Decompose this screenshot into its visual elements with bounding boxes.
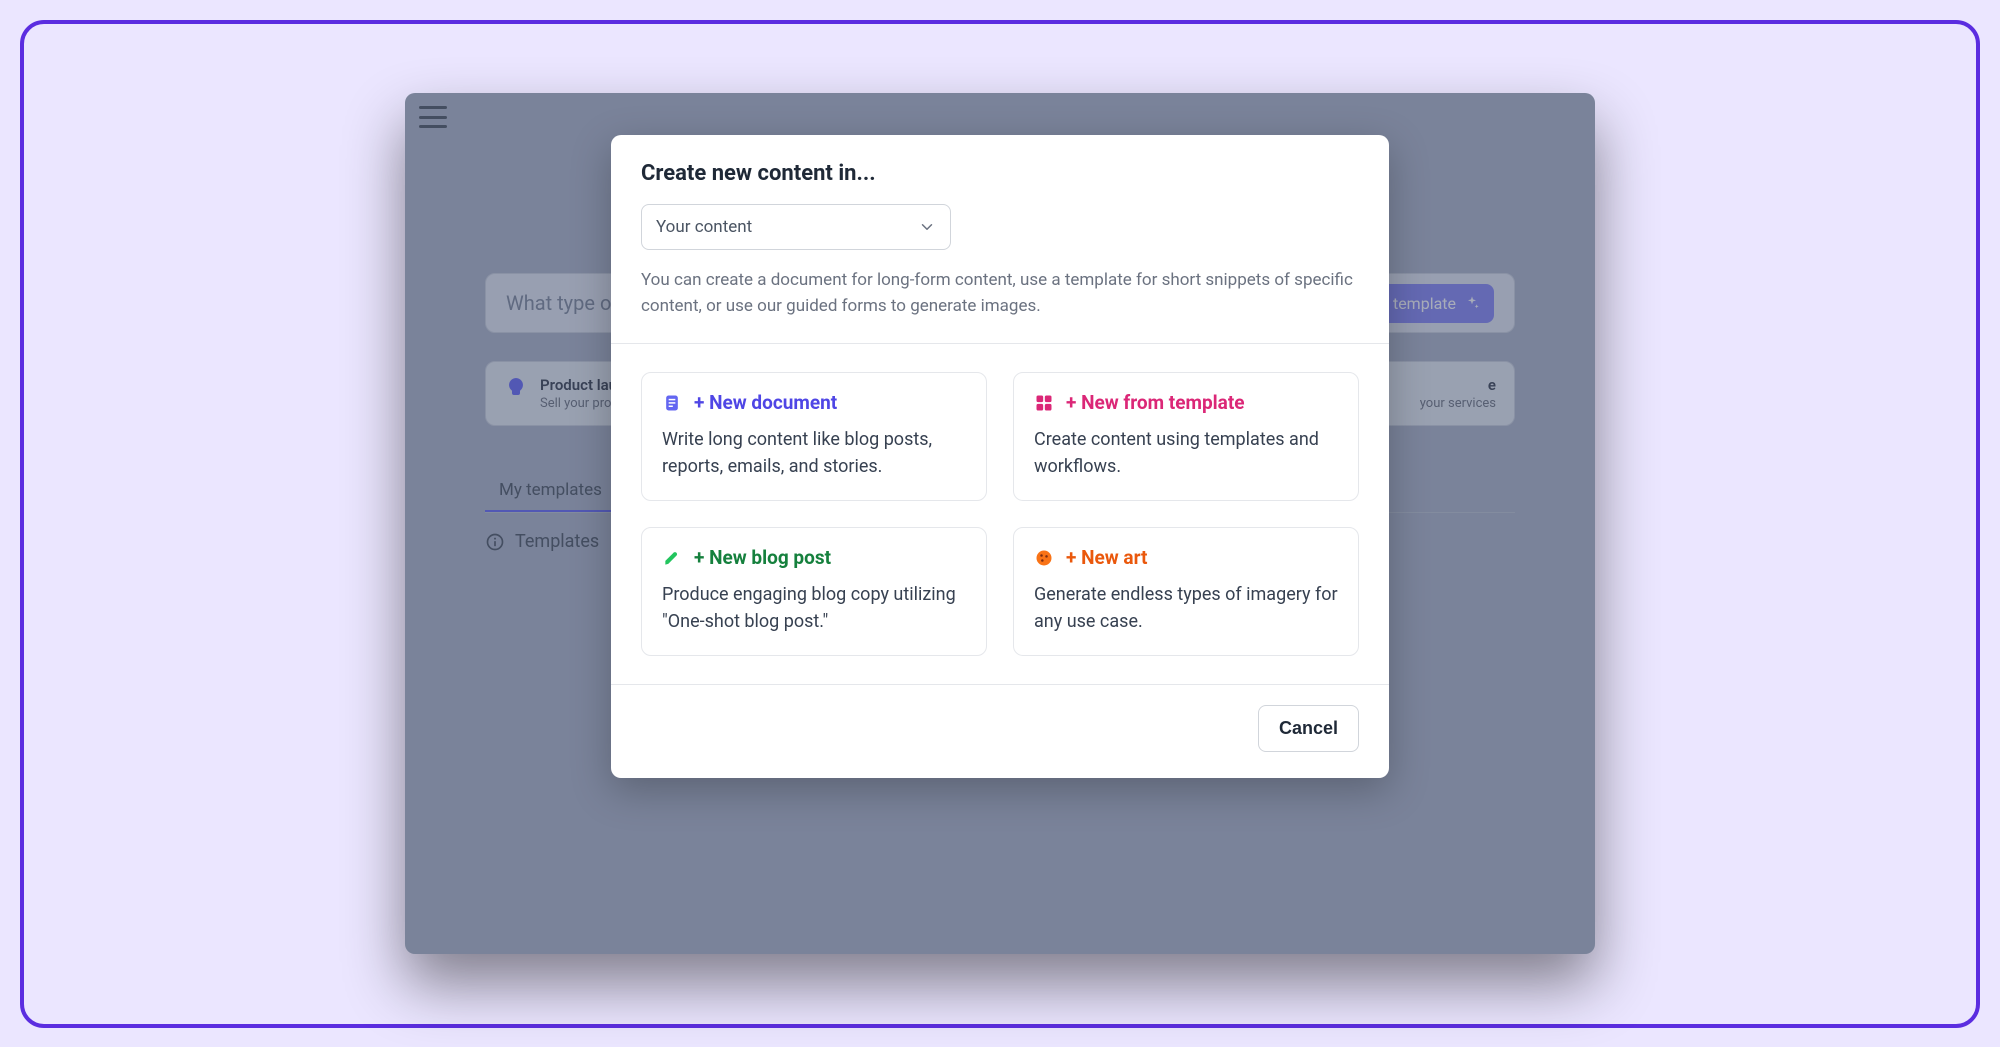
option-new-blog-post[interactable]: + New blog post Produce engaging blog co…: [641, 527, 987, 656]
option-title: + New art: [1066, 546, 1147, 569]
palette-icon: [1034, 548, 1054, 568]
modal-header: Create new content in... Your content Yo…: [611, 135, 1389, 343]
document-icon: [662, 393, 682, 413]
app-window: What type of template Product lau Sell y…: [405, 93, 1595, 954]
option-desc: Generate endless types of imagery for an…: [1034, 581, 1338, 635]
destination-select-value: Your content: [656, 217, 752, 237]
option-new-art[interactable]: + New art Generate endless types of imag…: [1013, 527, 1359, 656]
option-title: + New document: [694, 391, 837, 414]
option-new-document[interactable]: + New document Write long content like b…: [641, 372, 987, 501]
cancel-button[interactable]: Cancel: [1258, 705, 1359, 752]
modal-title: Create new content in...: [641, 161, 1359, 186]
option-title: + New from template: [1066, 391, 1245, 414]
outer-frame: What type of template Product lau Sell y…: [20, 20, 1980, 1028]
chevron-down-icon: [918, 218, 936, 236]
option-new-from-template[interactable]: + New from template Create content using…: [1013, 372, 1359, 501]
option-desc: Write long content like blog posts, repo…: [662, 426, 966, 480]
modal-description: You can create a document for long-form …: [641, 268, 1359, 343]
grid-icon: [1034, 393, 1054, 413]
option-desc: Create content using templates and workf…: [1034, 426, 1338, 480]
option-title: + New blog post: [694, 546, 831, 569]
create-content-modal: Create new content in... Your content Yo…: [611, 135, 1389, 778]
option-desc: Produce engaging blog copy utilizing "On…: [662, 581, 966, 635]
options-grid: + New document Write long content like b…: [611, 344, 1389, 684]
destination-select[interactable]: Your content: [641, 204, 951, 250]
pen-icon: [662, 548, 682, 568]
modal-footer: Cancel: [611, 685, 1389, 778]
